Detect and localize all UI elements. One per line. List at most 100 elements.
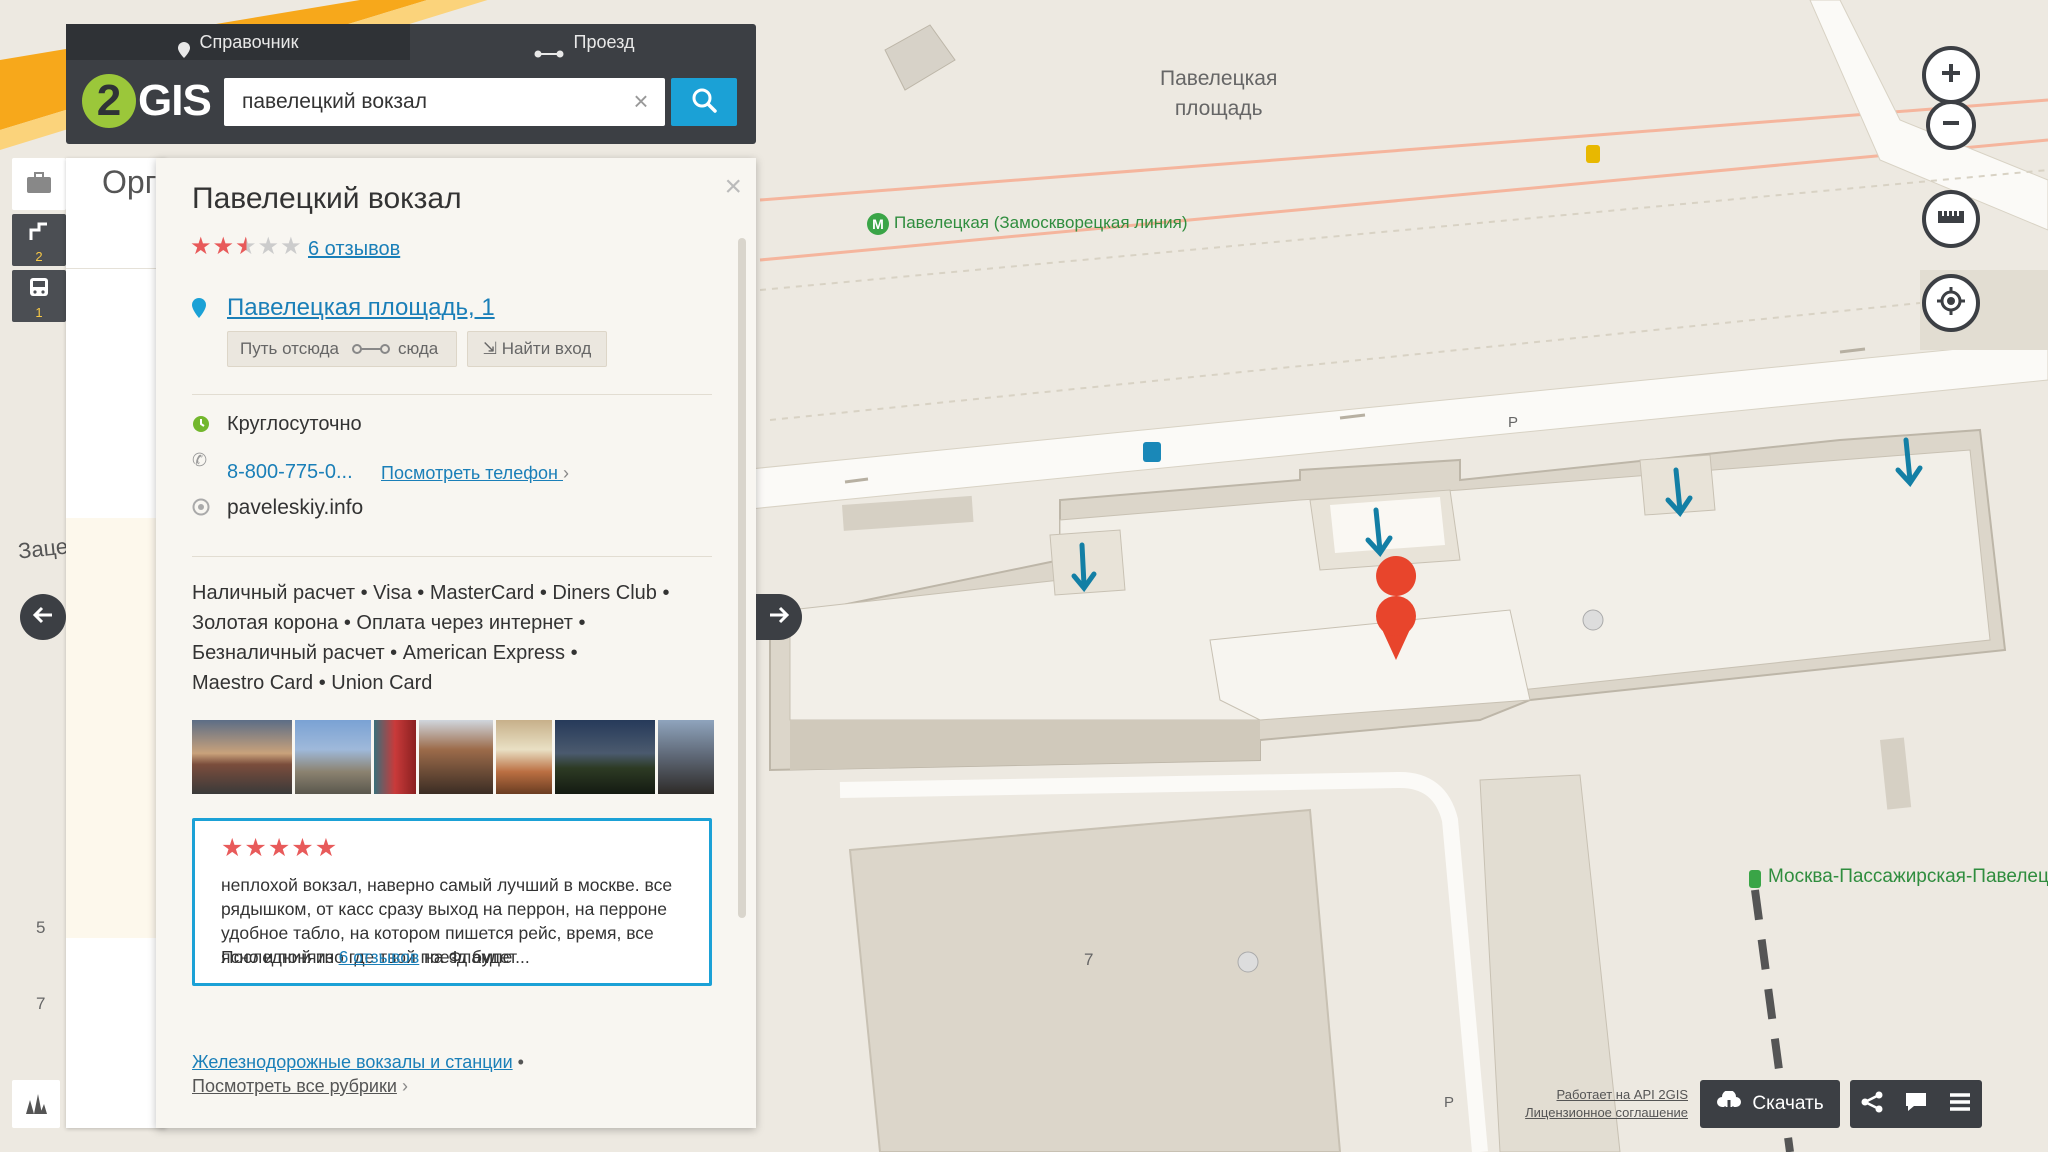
photo-thumbnail[interactable] (419, 720, 493, 794)
metro-station-label[interactable]: Павелецкая (Замоскворецкая линия) (894, 213, 1187, 233)
attribution: Работает на API 2GIS Лицензионное соглаш… (1510, 1086, 1688, 1122)
payment-line: Безналичный расчет • American Express • (192, 642, 578, 664)
next-button[interactable] (756, 594, 802, 640)
chevron-right-icon: › (401, 1076, 408, 1096)
route-icon (534, 36, 564, 58)
star-icon: ★ (280, 233, 303, 260)
chevron-right-icon: › (562, 463, 569, 483)
tab-route[interactable]: Проезд (412, 24, 756, 60)
arrow-left-icon (32, 605, 54, 630)
category-row: Железнодорожные вокзалы и станции • (192, 1050, 524, 1074)
review-footer-suffix: на Флампе (424, 947, 513, 967)
sidebar-organizations[interactable] (12, 158, 66, 210)
star-icon: ★ (267, 834, 292, 862)
results-list-divider (66, 268, 166, 269)
logo-number: 2 (96, 76, 122, 125)
results-list-panel: Орга (66, 158, 173, 1128)
card-title: Павелецкий вокзал (192, 182, 462, 215)
ruler-button[interactable] (1922, 190, 1980, 248)
clear-icon[interactable]: × (629, 88, 653, 114)
photo-thumbnail[interactable] (658, 720, 714, 794)
sidebar-bus-stops[interactable]: 1 (12, 270, 66, 322)
photo-thumbnail[interactable] (295, 720, 371, 794)
find-entrance-label: Найти вход (501, 339, 592, 358)
star-icon: ★ (314, 834, 339, 862)
previous-button[interactable] (20, 594, 66, 640)
search-icon (691, 87, 717, 118)
map-label-square-line2: площадь (1174, 97, 1263, 120)
tab-directory[interactable]: Справочник (66, 24, 410, 60)
star-icon: ★ (212, 233, 236, 260)
photo-thumbnail[interactable] (192, 720, 292, 794)
photo-thumbnail[interactable] (496, 720, 552, 794)
address-link[interactable]: Павелецкая площадь, 1 (227, 294, 495, 322)
website-link[interactable]: paveleskiy.info (227, 496, 363, 520)
zoom-in-button[interactable] (1922, 46, 1980, 104)
route-from-button[interactable]: Путь отсюда (240, 332, 339, 366)
download-button[interactable]: Скачать (1700, 1080, 1840, 1128)
all-categories-row: Посмотреть все рубрики › (192, 1074, 524, 1098)
reviews-link[interactable]: 6 отзывов (308, 238, 400, 261)
phone-link[interactable]: 8-800-775-0... (227, 461, 353, 484)
payment-line: Maestro Card • Union Card (192, 672, 433, 694)
feedback-icon[interactable] (1904, 1091, 1928, 1118)
clock-icon (192, 415, 210, 438)
review-footer-link[interactable]: 6 отзывов (339, 947, 420, 967)
route-to-button[interactable]: сюда (398, 332, 438, 366)
svg-text:M: M (872, 216, 884, 232)
mode-tabs: Справочник Проезд (66, 24, 756, 60)
review-stars: ★★★★★ (221, 833, 338, 863)
star-icon: ★ (221, 834, 245, 862)
download-label: Скачать (1752, 1093, 1824, 1114)
bus-icon (27, 276, 51, 305)
category-link[interactable]: Железнодорожные вокзалы и станции (192, 1052, 513, 1072)
all-categories-link[interactable]: Посмотреть все рубрики (192, 1076, 397, 1096)
review-box[interactable]: ★★★★★ неплохой вокзал, наверно самый луч… (192, 818, 712, 986)
photo-thumbnail[interactable] (374, 720, 416, 794)
2gis-logo[interactable]: 2 GIS (82, 71, 212, 131)
geolocation-button[interactable] (1922, 274, 1980, 332)
search-button[interactable] (671, 78, 737, 126)
close-icon[interactable]: × (724, 170, 742, 204)
logo-circle: 2 (82, 74, 136, 128)
hours-text: Круглосуточно (227, 413, 362, 435)
bullet: • (517, 1052, 524, 1072)
show-phone-link[interactable]: Посмотреть телефон › (381, 463, 569, 484)
payment-methods: Наличный расчет • Visa • MasterCard • Di… (192, 578, 669, 698)
plus-icon (1939, 61, 1963, 90)
globe-icon (192, 498, 210, 521)
star-icon: ★ (190, 233, 213, 260)
categories: Железнодорожные вокзалы и станции • Посм… (192, 1050, 524, 1098)
transfer-count: 2 (35, 249, 43, 264)
license-link[interactable]: Лицензионное соглашение (1510, 1104, 1688, 1122)
buildings-3d-button[interactable] (12, 1080, 60, 1128)
zoom-out-button[interactable] (1926, 100, 1976, 150)
transfer-icon (27, 220, 51, 249)
header: Справочник Проезд 2 GIS × (66, 24, 756, 144)
sidebar-transport-routes[interactable]: 2 (12, 214, 66, 266)
star-half-icon: ★ (235, 233, 258, 260)
photo-thumbnail[interactable] (555, 720, 655, 794)
building-number: 7 (1084, 950, 1094, 969)
card-scrollbar[interactable] (738, 238, 746, 918)
parking-label: P (1508, 414, 1519, 431)
review-line: удобное табло, на котором пишется рейс, … (221, 923, 654, 943)
find-entrance-button[interactable]: ⇲ Найти вход (467, 331, 607, 367)
search-input[interactable] (242, 78, 622, 126)
api-attribution-link[interactable]: Работает на API 2GIS (1510, 1086, 1688, 1104)
location-marker-icon (192, 298, 206, 323)
tab-directory-label: Справочник (199, 32, 299, 52)
menu-icon[interactable] (1948, 1091, 1972, 1118)
star-icon: ★ (257, 233, 281, 260)
railway-station-label[interactable]: Москва-Пассажирская-Павелец (1768, 866, 2048, 888)
review-footer-prefix: Последний из (221, 947, 334, 967)
star-icon: ★ (244, 834, 268, 862)
entrance-icon: ⇲ (482, 339, 497, 358)
download-cloud-icon (1716, 1089, 1742, 1118)
share-icon[interactable] (1860, 1090, 1884, 1119)
star-icon: ★ (291, 834, 315, 862)
search-box: × (224, 78, 665, 126)
buildings-icon (24, 1092, 48, 1121)
ruler-icon (1937, 209, 1965, 230)
rating-stars: ★★★★★ (190, 232, 303, 261)
